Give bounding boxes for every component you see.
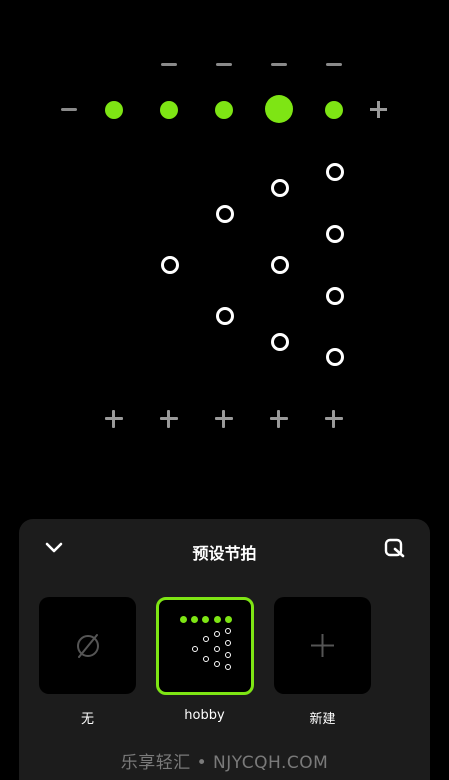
preset-label-none: 无	[80, 712, 94, 727]
beat-dot-1[interactable]	[105, 101, 123, 119]
sub-beat-ring[interactable]	[326, 225, 344, 243]
sub-beat-ring[interactable]	[271, 333, 289, 351]
add-sub-beat-button-5[interactable]	[325, 410, 343, 428]
plus-icon-bar	[370, 108, 387, 111]
preview-ring	[225, 628, 231, 634]
preview-beat-dot	[214, 616, 221, 623]
watermark-text: 乐享轻汇 • NJYCQH.COM	[120, 753, 329, 773]
preview-ring	[214, 661, 220, 667]
add-sub-beat-button-3[interactable]	[215, 410, 233, 428]
beat-dot-5[interactable]	[325, 101, 343, 119]
preview-beat-dot	[202, 616, 209, 623]
remove-beat-row-button-5[interactable]	[326, 63, 342, 66]
remove-beat-button[interactable]	[61, 108, 77, 111]
panel-title: 预设节拍	[192, 544, 257, 563]
preset-label-new: 新建	[309, 712, 336, 727]
remove-beat-row-button-4[interactable]	[271, 63, 287, 66]
preview-ring	[192, 646, 198, 652]
preview-beat-dot	[191, 616, 198, 623]
preview-beat-dot	[225, 616, 232, 623]
plus-icon	[311, 634, 334, 657]
remove-beat-row-button-2[interactable]	[161, 63, 177, 66]
preset-card-new[interactable]	[274, 597, 371, 694]
empty-set-icon	[77, 634, 99, 658]
sub-beat-ring[interactable]	[271, 179, 289, 197]
preview-ring	[203, 636, 209, 642]
preview-ring	[214, 646, 220, 652]
preset-label-hobby: hobby	[184, 708, 225, 723]
sub-beat-ring[interactable]	[216, 205, 234, 223]
beat-dot-2[interactable]	[160, 101, 178, 119]
beat-dot-3[interactable]	[215, 101, 233, 119]
quick-edit-icon[interactable]	[384, 538, 406, 558]
add-sub-beat-button-4[interactable]	[270, 410, 288, 428]
preview-beat-dot	[180, 616, 187, 623]
sub-beat-ring[interactable]	[216, 307, 234, 325]
preset-card-hobby[interactable]	[156, 597, 254, 695]
sub-beat-ring[interactable]	[326, 163, 344, 181]
add-sub-beat-button-1[interactable]	[105, 410, 123, 428]
preview-ring	[203, 656, 209, 662]
preview-ring	[225, 652, 231, 658]
add-sub-beat-button-2[interactable]	[160, 410, 178, 428]
preview-ring	[225, 664, 231, 670]
beat-dot-4-active[interactable]	[265, 95, 293, 123]
sub-beat-ring[interactable]	[326, 348, 344, 366]
preview-ring	[214, 631, 220, 637]
add-beat-button[interactable]	[370, 101, 387, 118]
sub-beat-ring[interactable]	[161, 256, 179, 274]
sub-beat-ring[interactable]	[326, 287, 344, 305]
sub-beat-ring[interactable]	[271, 256, 289, 274]
remove-beat-row-button-3[interactable]	[216, 63, 232, 66]
preset-card-none[interactable]	[39, 597, 136, 694]
preview-ring	[225, 640, 231, 646]
